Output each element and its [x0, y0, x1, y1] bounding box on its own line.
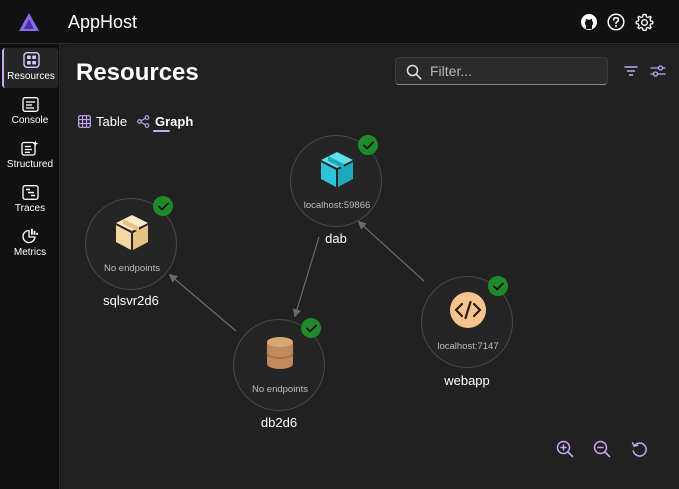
zoom-out-icon[interactable] — [592, 439, 612, 459]
node-endpoint[interactable]: localhost:7147 — [422, 341, 514, 352]
settings-icon[interactable] — [634, 12, 654, 32]
node-endpoint[interactable]: localhost:59866 — [291, 200, 383, 211]
sidebar-item-traces[interactable]: Traces — [2, 180, 58, 220]
title-bar: AppHost — [0, 0, 679, 44]
app-title: AppHost — [68, 12, 138, 32]
code-icon — [449, 291, 487, 329]
metrics-icon — [21, 228, 39, 244]
running-check-icon — [488, 276, 508, 296]
database-icon — [261, 334, 299, 372]
traces-icon — [21, 184, 39, 200]
node-endpoint: No endpoints — [252, 384, 308, 395]
sidebar-item-label: Console — [11, 115, 49, 126]
sidebar-item-resources[interactable]: Resources — [2, 48, 58, 88]
node-name: db2d6 — [260, 415, 298, 430]
sidebar-item-label: Resources — [7, 71, 55, 82]
sidebar-item-metrics[interactable]: Metrics — [2, 224, 58, 264]
running-check-icon — [301, 318, 321, 338]
github-icon[interactable] — [579, 12, 599, 32]
node-name: webapp — [444, 373, 490, 388]
reset-view-icon[interactable] — [629, 439, 649, 459]
running-check-icon — [358, 135, 378, 155]
node-name: dab — [325, 231, 347, 246]
node-endpoint: No endpoints — [104, 263, 160, 274]
console-icon — [21, 96, 39, 112]
help-icon[interactable] — [606, 12, 626, 32]
resources-icon — [22, 52, 40, 68]
container-icon — [318, 150, 356, 188]
resource-graph[interactable]: localhost:59866 dab No endpoints sqlsvr2… — [61, 45, 679, 489]
sidebar-item-console[interactable]: Console — [2, 92, 58, 132]
main-panel: Resources Table — [61, 45, 679, 489]
zoom-in-icon[interactable] — [555, 439, 575, 459]
aspire-logo-icon[interactable] — [18, 12, 40, 32]
running-check-icon — [153, 196, 173, 216]
edge-dab-db2d6 — [292, 236, 320, 318]
sidebar-item-label: Structured — [6, 159, 54, 170]
structured-logs-icon — [21, 140, 39, 156]
sidebar: Resources Console Structured Traces Metr… — [0, 44, 60, 489]
sidebar-item-label: Traces — [14, 203, 46, 214]
sidebar-item-label: Metrics — [13, 247, 47, 258]
sidebar-item-structured[interactable]: Structured — [2, 136, 58, 176]
box-icon — [113, 213, 151, 251]
node-name: sqlsvr2d6 — [103, 293, 159, 308]
